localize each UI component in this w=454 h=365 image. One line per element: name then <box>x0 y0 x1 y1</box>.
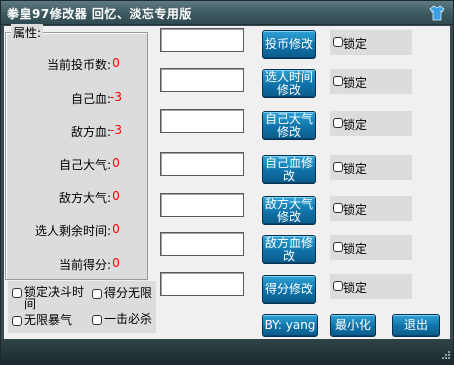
lock-enemy-power-checkbox[interactable]: 锁定 <box>330 196 412 221</box>
checkbox-icon <box>333 281 343 291</box>
coin-input[interactable] <box>160 28 244 52</box>
enemy-power-label: 敌方大气: <box>58 191 111 205</box>
infinite-rage-checkbox[interactable]: 无限暴气 <box>12 314 82 328</box>
attributes-group-title: 属性: <box>11 24 44 41</box>
lock-score-checkbox[interactable]: 锁定 <box>330 274 412 299</box>
modify-self-hp-button[interactable]: 自己血修改 <box>262 155 316 184</box>
coin-count-value: 0 <box>112 56 120 70</box>
one-hit-kill-checkbox[interactable]: 一击必杀 <box>92 313 154 327</box>
title-bar[interactable]: 拳皇97修改器 回忆、淡忘专用版 <box>1 1 453 25</box>
checkbox-icon <box>333 76 343 86</box>
self-hp-label: 自己血: <box>70 92 111 106</box>
infinite-score-checkbox[interactable]: 得分无限 <box>92 287 154 301</box>
checkbox-icon <box>333 118 343 128</box>
self-power-value: 0 <box>112 156 120 170</box>
lock-fight-time-label: 锁定决斗时间 <box>24 285 85 311</box>
self-power-input[interactable] <box>160 109 244 133</box>
checkbox-icon <box>92 315 102 325</box>
enemy-hp-value: -3 <box>110 123 122 137</box>
modify-score-button[interactable]: 得分修改 <box>262 275 316 304</box>
tshirt-icon[interactable] <box>429 5 445 21</box>
modify-select-time-button[interactable]: 选人时间修改 <box>262 69 316 98</box>
resize-grip-icon[interactable] <box>440 351 450 361</box>
author-button[interactable]: BY: yang <box>262 314 318 337</box>
checkbox-icon <box>333 203 343 213</box>
enemy-hp-label: 敌方血: <box>70 125 111 139</box>
status-strip <box>1 339 453 364</box>
lock-self-hp-checkbox[interactable]: 锁定 <box>330 155 412 180</box>
checkbox-icon <box>12 316 22 326</box>
checkbox-icon <box>92 289 102 299</box>
score-label: 当前得分: <box>58 258 111 272</box>
modify-self-power-button[interactable]: 自己大气修改 <box>262 111 316 140</box>
self-hp-input[interactable] <box>160 152 244 176</box>
lock-self-power-checkbox[interactable]: 锁定 <box>330 111 412 136</box>
infinite-score-label: 得分无限 <box>104 286 153 300</box>
enemy-hp-input[interactable] <box>160 232 244 256</box>
select-time-value: 0 <box>112 222 120 236</box>
coin-count-label: 当前投币数: <box>46 58 111 72</box>
window-title: 拳皇97修改器 回忆、淡忘专用版 <box>7 7 192 21</box>
score-input[interactable] <box>160 272 244 296</box>
self-power-label: 自己大气: <box>58 158 111 172</box>
self-hp-value: -3 <box>110 90 122 104</box>
lock-enemy-hp-checkbox[interactable]: 锁定 <box>330 235 412 260</box>
select-time-label: 选人剩余时间: <box>34 224 111 238</box>
modify-coin-button[interactable]: 投币修改 <box>262 30 316 59</box>
modify-enemy-power-button[interactable]: 敌方大气修改 <box>262 196 316 225</box>
checkbox-icon <box>333 37 343 47</box>
lock-fight-time-checkbox[interactable]: 锁定决斗时间 <box>12 286 88 310</box>
checkbox-icon <box>333 242 343 252</box>
modify-enemy-hp-button[interactable]: 敌方血修改 <box>262 235 316 264</box>
infinite-rage-label: 无限暴气 <box>24 313 73 327</box>
exit-button[interactable]: 退出 <box>392 314 440 337</box>
score-value: 0 <box>112 256 120 270</box>
enemy-power-input[interactable] <box>160 193 244 217</box>
one-hit-kill-label: 一击必杀 <box>104 312 153 326</box>
checkbox-icon <box>12 288 22 298</box>
lock-select-time-checkbox[interactable]: 锁定 <box>330 69 412 94</box>
enemy-power-value: 0 <box>112 189 120 203</box>
checkbox-icon <box>333 162 343 172</box>
lock-coin-checkbox[interactable]: 锁定 <box>330 30 412 55</box>
minimize-button[interactable]: 最小化 <box>330 314 376 337</box>
select-time-input[interactable] <box>160 68 244 92</box>
